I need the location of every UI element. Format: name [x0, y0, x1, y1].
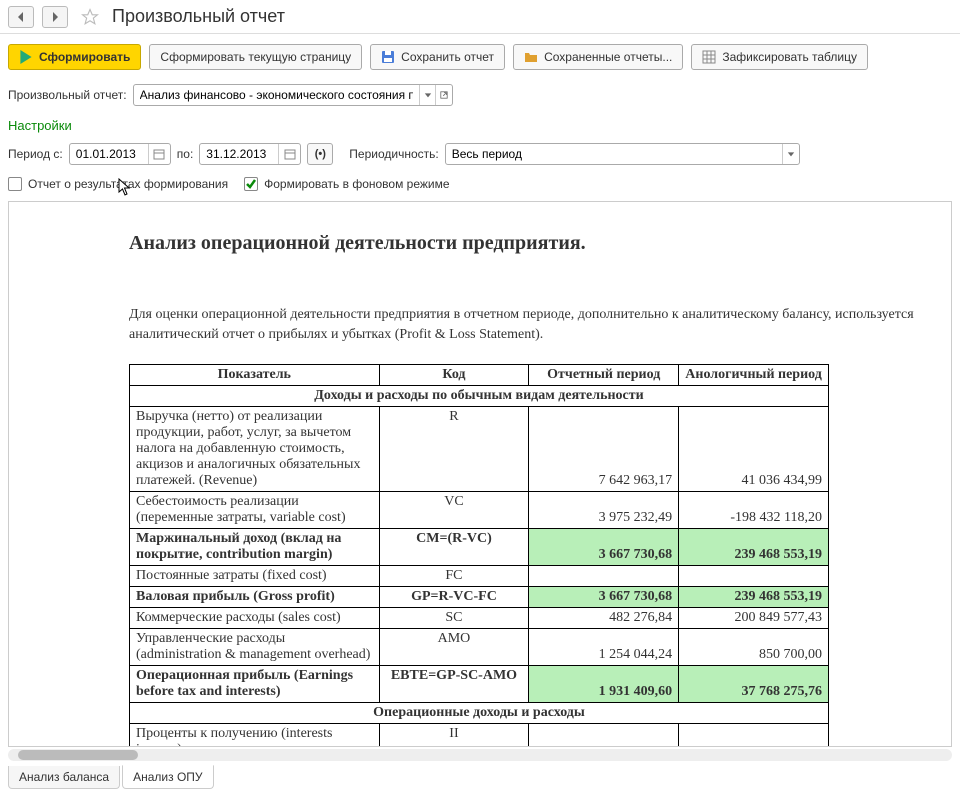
calendar-icon[interactable]: [148, 144, 170, 164]
generate-label: Сформировать: [39, 50, 130, 64]
generate-page-label: Сформировать текущую страницу: [160, 50, 351, 64]
nav-forward-button[interactable]: [42, 6, 68, 28]
report-table: Показатель Код Отчетный период Анологичн…: [129, 364, 829, 747]
report-title: Анализ операционной деятельности предпри…: [129, 232, 952, 255]
saved-reports-button[interactable]: Сохраненные отчеты...: [513, 44, 683, 70]
background-checkbox-label: Формировать в фоновом режиме: [264, 177, 449, 191]
tab-opu[interactable]: Анализ ОПУ: [122, 765, 213, 789]
checkbox-icon: [8, 177, 22, 191]
settings-title: Настройки: [0, 116, 960, 141]
horizontal-scrollbar[interactable]: [8, 749, 952, 761]
periodicity-selector[interactable]: [445, 143, 800, 165]
folder-icon: [524, 50, 538, 64]
col-code: Код: [379, 365, 529, 386]
table-row: Выручка (нетто) от реализации продукции,…: [130, 407, 829, 492]
table-row: Валовая прибыль (Gross profit) GP=R-VC-F…: [130, 587, 829, 608]
table-row: Коммерческие расходы (sales cost) SC 482…: [130, 608, 829, 629]
col-indicator: Показатель: [130, 365, 380, 386]
nav-back-button[interactable]: [8, 6, 34, 28]
period-from-input[interactable]: [70, 147, 148, 161]
favorite-star-icon[interactable]: [80, 7, 100, 27]
periodicity-label: Периодичность:: [349, 147, 438, 161]
period-selector-button[interactable]: (•): [307, 143, 333, 165]
section-header: Операционные доходы и расходы: [130, 703, 829, 724]
results-checkbox[interactable]: Отчет о результатах формирования: [8, 177, 228, 191]
period-from-label: Период с:: [8, 147, 63, 161]
period-to-input[interactable]: [200, 147, 278, 161]
report-selector[interactable]: [133, 84, 453, 106]
checkbox-icon: [244, 177, 258, 191]
grid-icon: [702, 50, 716, 64]
results-checkbox-label: Отчет о результатах формирования: [28, 177, 228, 191]
dropdown-icon[interactable]: [782, 144, 799, 164]
play-icon: [19, 50, 33, 64]
period-from-field[interactable]: [69, 143, 171, 165]
diskette-icon: [381, 50, 395, 64]
table-row: Себестоимость реализации (переменные зат…: [130, 492, 829, 529]
dropdown-icon[interactable]: [419, 85, 435, 105]
table-row: Проценты к получению (interests income) …: [130, 724, 829, 747]
open-external-icon[interactable]: [435, 85, 451, 105]
col-analog-period: Анологичный период: [679, 365, 829, 386]
save-label: Сохранить отчет: [401, 50, 494, 64]
period-to-label: по:: [177, 147, 194, 161]
fix-table-label: Зафиксировать таблицу: [722, 50, 857, 64]
col-report-period: Отчетный период: [529, 365, 679, 386]
saved-reports-label: Сохраненные отчеты...: [544, 50, 672, 64]
table-row: Постоянные затраты (fixed cost) FC: [130, 566, 829, 587]
report-viewport[interactable]: Анализ операционной деятельности предпри…: [8, 201, 952, 747]
calendar-icon[interactable]: [278, 144, 300, 164]
table-row: Операционная прибыль (Earnings before ta…: [130, 666, 829, 703]
background-checkbox[interactable]: Формировать в фоновом режиме: [244, 177, 449, 191]
report-intro: Для оценки операционной деятельности пре…: [129, 305, 952, 344]
page-title: Произвольный отчет: [112, 6, 285, 27]
tab-balance[interactable]: Анализ баланса: [8, 766, 120, 789]
generate-button[interactable]: Сформировать: [8, 44, 141, 70]
section-header: Доходы и расходы по обычным видам деятел…: [130, 386, 829, 407]
table-row: Маржинальный доход (вклад на покрытие, c…: [130, 529, 829, 566]
scrollbar-thumb[interactable]: [18, 750, 138, 760]
generate-current-page-button[interactable]: Сформировать текущую страницу: [149, 44, 362, 70]
fix-table-button[interactable]: Зафиксировать таблицу: [691, 44, 868, 70]
save-report-button[interactable]: Сохранить отчет: [370, 44, 505, 70]
periodicity-input[interactable]: [446, 147, 782, 161]
table-row: Управленческие расходы (administration &…: [130, 629, 829, 666]
period-to-field[interactable]: [199, 143, 301, 165]
report-selector-input[interactable]: [134, 88, 420, 102]
report-selector-label: Произвольный отчет:: [8, 88, 127, 102]
